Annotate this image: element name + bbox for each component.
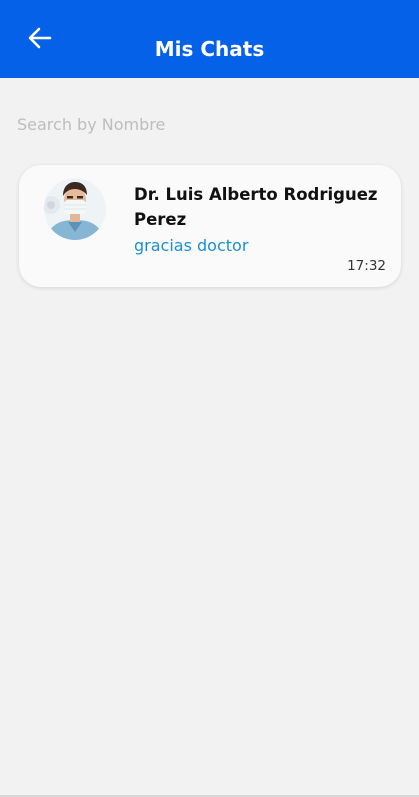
chat-timestamp: 17:32: [347, 258, 386, 274]
search-input[interactable]: [17, 110, 402, 138]
page-title: Mis Chats: [154, 37, 265, 61]
chat-contact-name: Dr. Luis Alberto Rodriguez Perez: [134, 185, 378, 229]
chat-last-message: gracias doctor: [134, 236, 249, 255]
chat-list-item[interactable]: Dr. Luis Alberto Rodriguez Perez gracias…: [19, 165, 401, 287]
avatar: [44, 178, 106, 240]
app-header: Mis Chats: [0, 0, 419, 78]
